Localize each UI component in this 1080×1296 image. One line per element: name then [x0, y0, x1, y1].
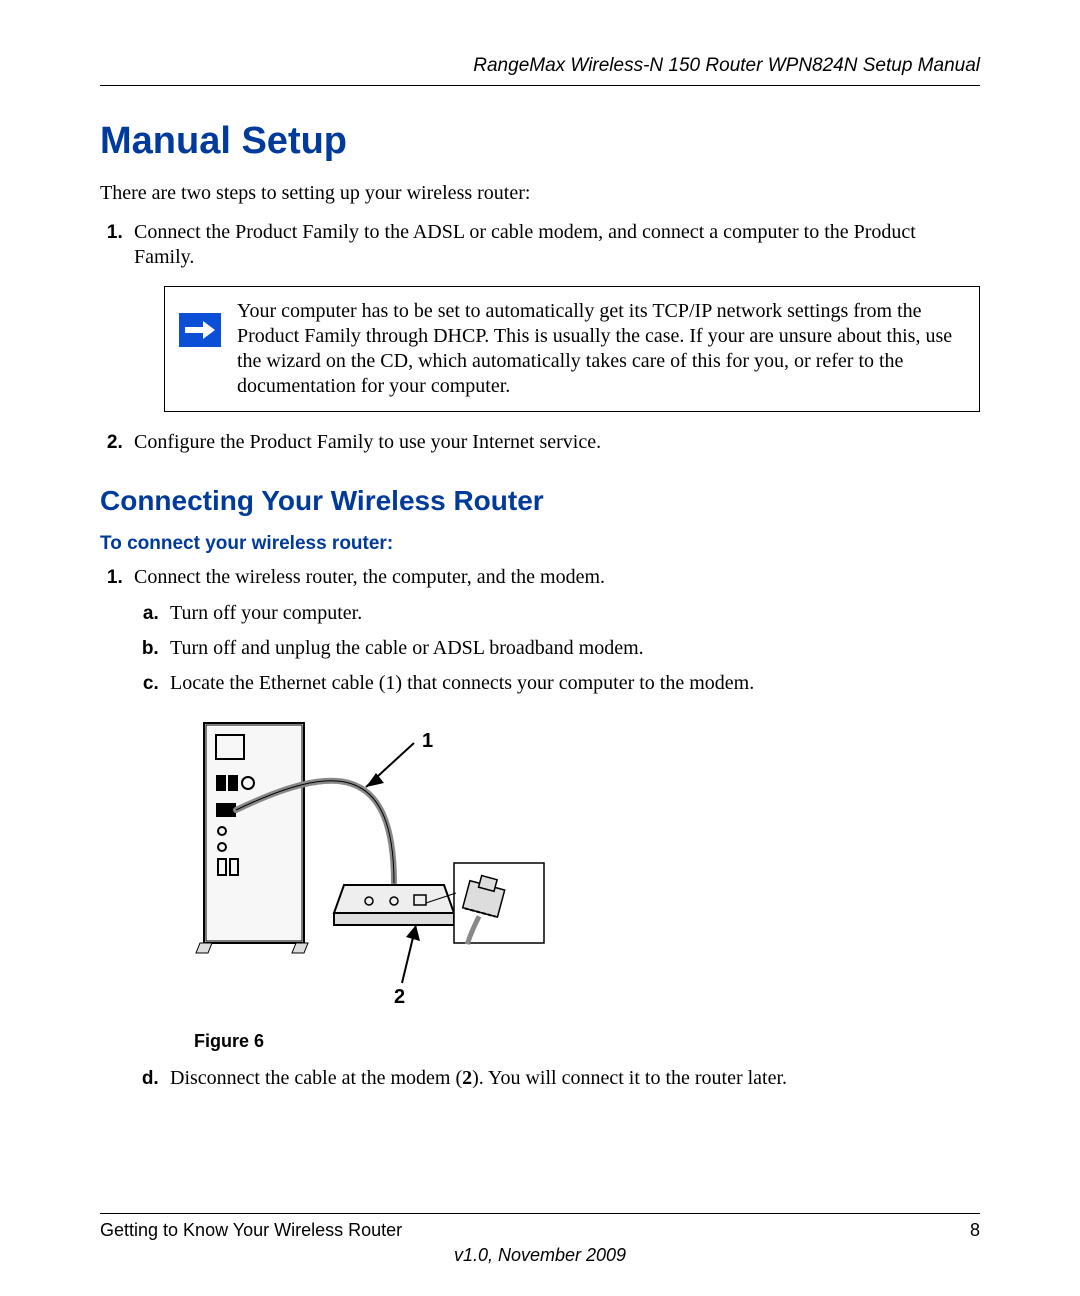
page-footer: Getting to Know Your Wireless Router 8 v…	[100, 1213, 980, 1266]
figure-label-1: 1	[422, 730, 433, 752]
sub-step-a: Turn off your computer.	[164, 600, 980, 627]
note-text: Your computer has to be set to automatic…	[237, 299, 965, 399]
instruction-heading: To connect your wireless router:	[100, 533, 980, 555]
arrow-right-icon	[179, 313, 221, 347]
sub-step-b: Turn off and unplug the cable or ADSL br…	[164, 635, 980, 662]
figure-caption: Figure 6	[194, 1030, 980, 1053]
intro-text: There are two steps to setting up your w…	[100, 181, 980, 206]
page: RangeMax Wireless-N 150 Router WPN824N S…	[0, 0, 1080, 1296]
footer-chapter: Getting to Know Your Wireless Router	[100, 1220, 402, 1241]
sub-steps-list: Turn off your computer. Turn off and unp…	[134, 600, 980, 697]
sub-steps-list-continued: Disconnect the cable at the modem (2). Y…	[134, 1065, 980, 1092]
connect-step-1: Connect the wireless router, the compute…	[128, 565, 980, 1092]
footer-version: v1.0, November 2009	[100, 1245, 980, 1266]
header-rule	[100, 85, 980, 86]
page-title: Manual Setup	[100, 120, 980, 163]
top-step-2: Configure the Product Family to use your…	[128, 430, 980, 455]
top-step-1: Connect the Product Family to the ADSL o…	[128, 220, 980, 412]
connect-steps-list: Connect the wireless router, the compute…	[100, 565, 980, 1092]
sub-step-d-num: 2	[462, 1067, 472, 1089]
sub-step-c: Locate the Ethernet cable (1) that conne…	[164, 670, 980, 697]
figure-diagram: 1 2	[194, 713, 980, 1020]
sub-step-d: Disconnect the cable at the modem (2). Y…	[164, 1065, 980, 1092]
top-step-1-text: Connect the Product Family to the ADSL o…	[134, 221, 916, 268]
running-header: RangeMax Wireless-N 150 Router WPN824N S…	[100, 55, 980, 77]
connect-step-1-text: Connect the wireless router, the compute…	[134, 566, 605, 588]
footer-rule	[100, 1213, 980, 1214]
sub-step-d-pre: Disconnect the cable at the modem (	[170, 1067, 462, 1089]
section-heading: Connecting Your Wireless Router	[100, 485, 980, 517]
footer-page-number: 8	[970, 1220, 980, 1241]
top-steps-list: Connect the Product Family to the ADSL o…	[100, 220, 980, 455]
note-box: Your computer has to be set to automatic…	[164, 286, 980, 412]
figure-label-2: 2	[394, 986, 405, 1008]
top-step-2-text: Configure the Product Family to use your…	[134, 431, 601, 453]
sub-step-d-post: ). You will connect it to the router lat…	[472, 1067, 787, 1089]
